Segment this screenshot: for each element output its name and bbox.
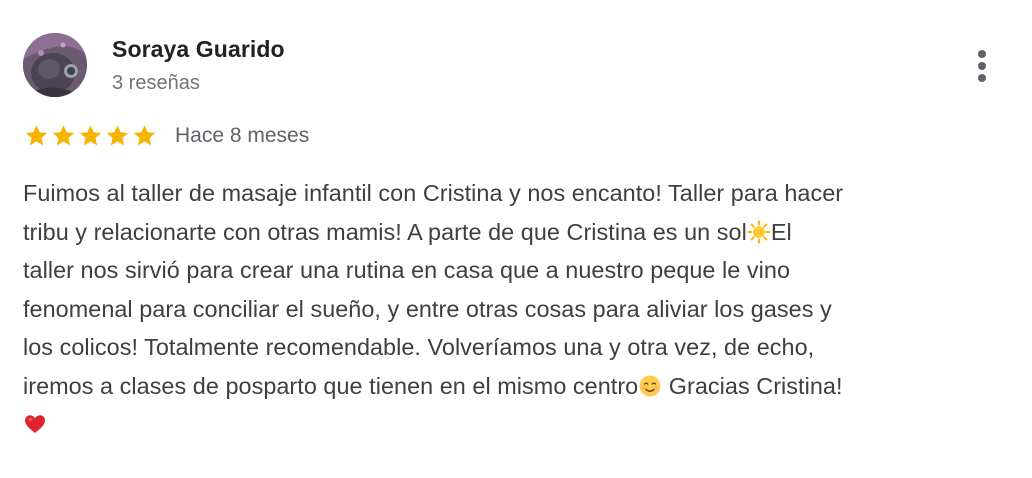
review-text: Fuimos al taller de masaje infantil con …	[23, 174, 1013, 444]
review-text-line: Fuimos al taller de masaje infantil con …	[23, 180, 844, 206]
review-text-line: tribu y relacionarte con otras mamis! A …	[23, 218, 747, 245]
review-text-line: taller nos sirvió para crear una rutina …	[23, 257, 791, 283]
star-rating	[23, 123, 158, 149]
review-text-line: fenomenal para conciliar el sueño, y ent…	[23, 295, 832, 322]
star-icon	[133, 125, 156, 146]
review-text-line: Gracias Cristina!	[662, 372, 843, 399]
review-text-line: iremos a clases de posparto que tienen e…	[23, 372, 639, 399]
reviewer-name[interactable]: Soraya Guarido	[112, 36, 285, 63]
red-heart-emoji	[25, 415, 45, 433]
review-date: Hace 8 meses	[175, 124, 310, 147]
star-icon	[79, 125, 102, 146]
star-icon	[25, 125, 48, 146]
reviewer-avatar[interactable]	[23, 33, 87, 97]
sun-emoji	[747, 220, 771, 243]
review-card: Soraya Guarido 3 reseñas Hace 8 meses Fu…	[0, 0, 1032, 478]
more-options-button[interactable]	[962, 44, 1002, 88]
reviewer-review-count: 3 reseñas	[112, 72, 200, 94]
star-icon	[106, 125, 129, 146]
smiling-face-emoji	[639, 375, 661, 396]
star-icon	[52, 125, 75, 146]
review-text-line: El	[770, 218, 792, 245]
rating-row: Hace 8 meses	[23, 122, 309, 150]
review-text-line: los colicos! Totalmente recomendable. Vo…	[23, 334, 815, 360]
